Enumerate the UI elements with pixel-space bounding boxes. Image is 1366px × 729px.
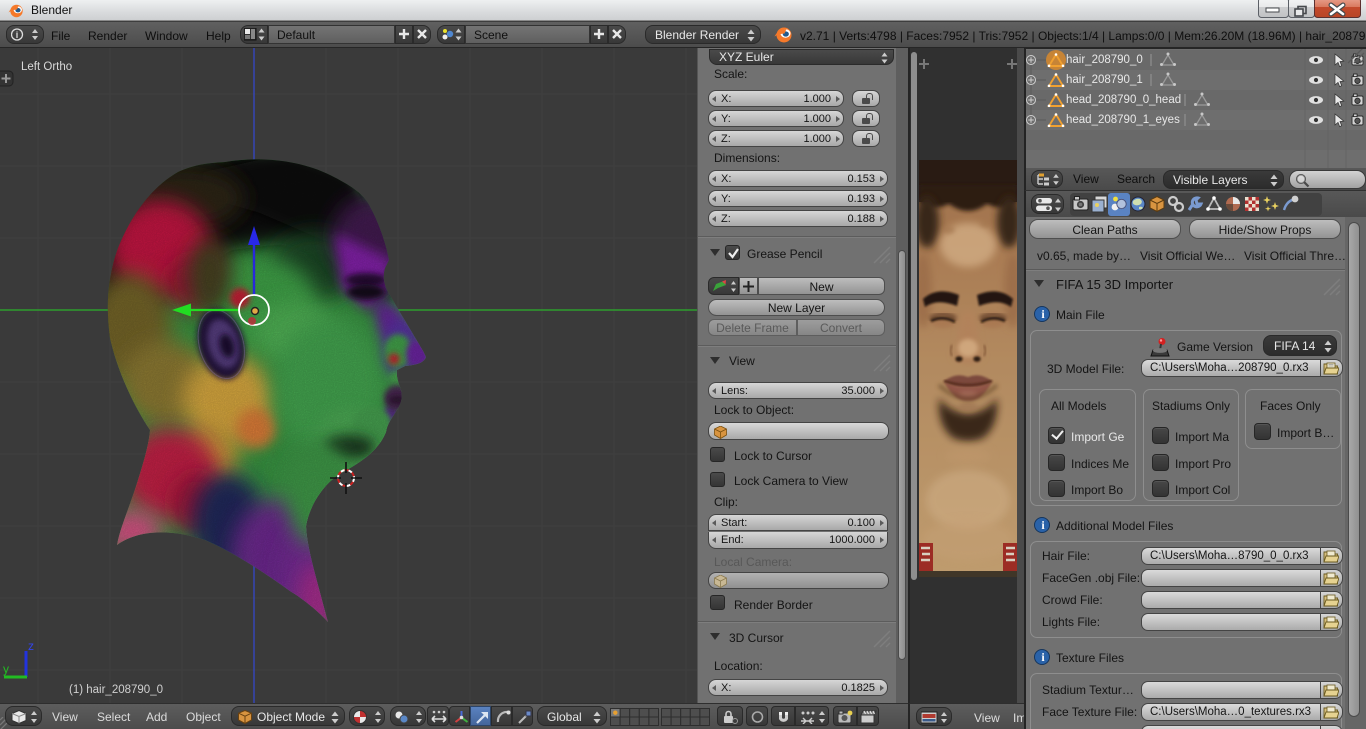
svg-text:Left Ortho: Left Ortho [21, 61, 72, 73]
svg-text:i: i [16, 30, 19, 40]
svg-text:(1) hair_208790_0: (1) hair_208790_0 [69, 684, 163, 696]
svg-text:z: z [28, 639, 34, 653]
svg-text:y: y [3, 662, 9, 676]
